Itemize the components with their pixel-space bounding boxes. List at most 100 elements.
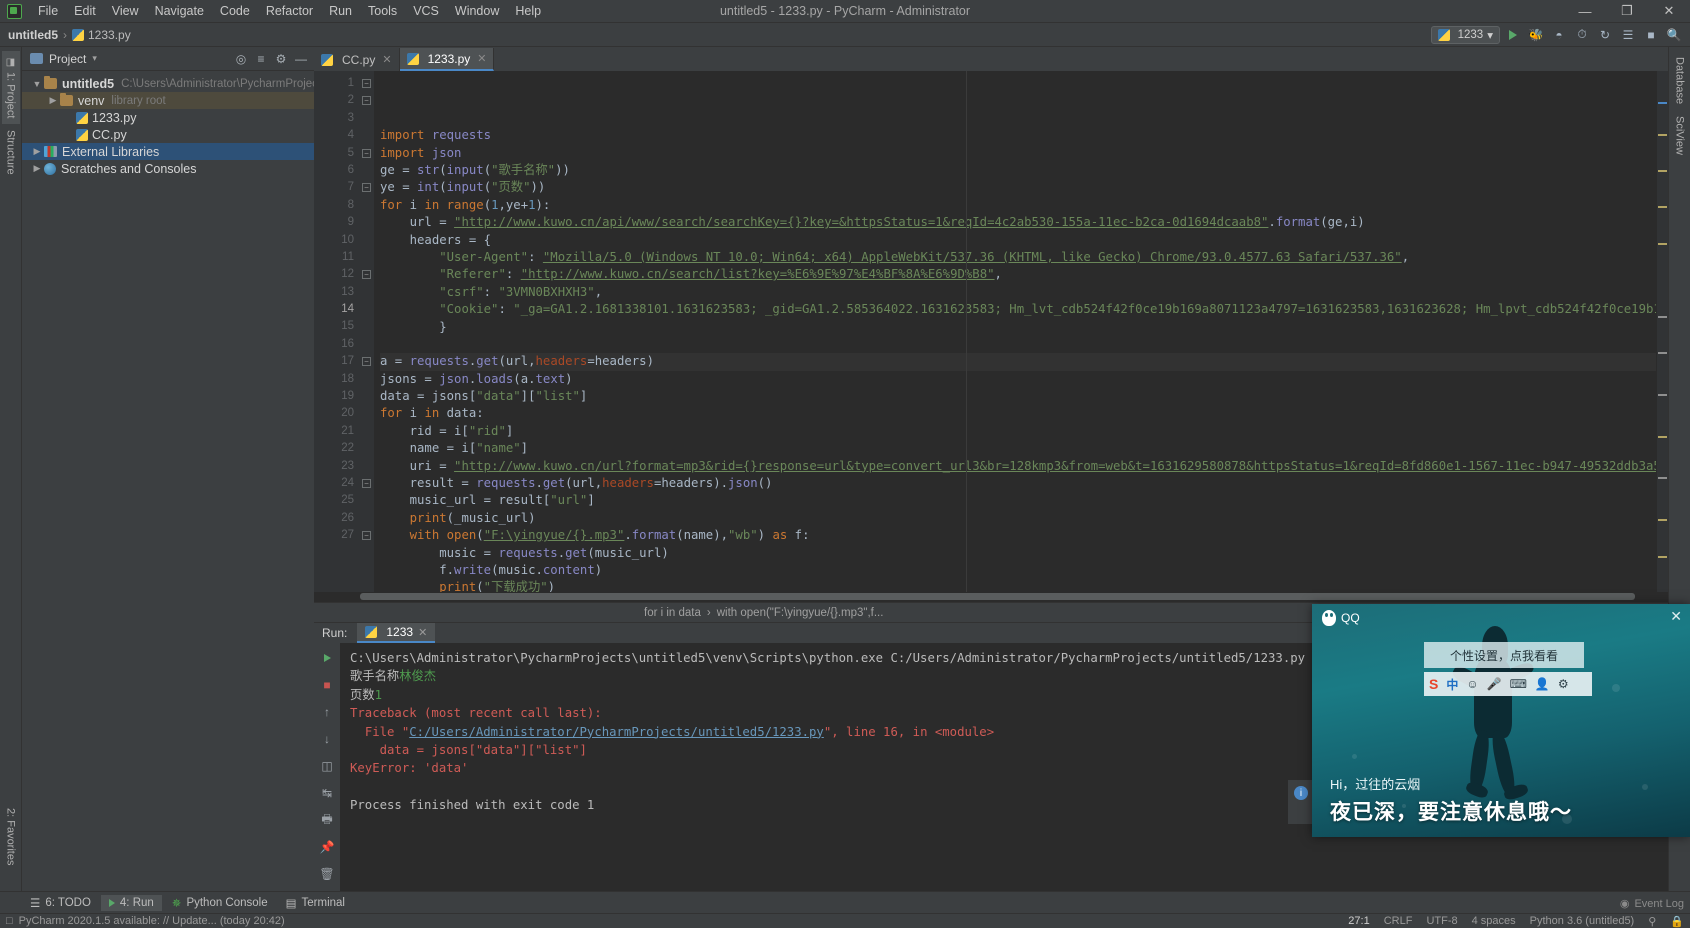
breadcrumb-loop[interactable]: for i in data <box>644 607 701 619</box>
marker-tick[interactable] <box>1658 206 1667 209</box>
code-line[interactable]: print(_music_url) <box>380 510 1656 527</box>
close-icon[interactable]: ✕ <box>418 626 427 639</box>
code-line[interactable]: ge = str(input("歌手名称")) <box>380 162 1656 179</box>
marker-tick[interactable] <box>1658 435 1667 438</box>
soft-wrap-icon[interactable]: ↹ <box>318 784 336 802</box>
marker-tick[interactable] <box>1658 555 1667 558</box>
stop-icon[interactable]: ■ <box>318 676 336 694</box>
code-line[interactable]: name = i["name"] <box>380 440 1656 457</box>
marker-tick[interactable] <box>1658 477 1667 480</box>
code-line[interactable]: url = "http://www.kuwo.cn/api/www/search… <box>380 214 1656 231</box>
code-line[interactable]: uri = "http://www.kuwo.cn/url?format=mp3… <box>380 458 1656 475</box>
code-line[interactable]: headers = { <box>380 232 1656 249</box>
python-interpreter[interactable]: Python 3.6 (untitled5) <box>1530 915 1635 927</box>
scroll-down-icon[interactable]: ↓ <box>318 730 336 748</box>
sidebar-item-project[interactable]: ◨ 1: Project <box>1 51 20 125</box>
breadcrumb-project[interactable]: untitled5 <box>8 28 58 42</box>
close-icon[interactable]: ✕ <box>1670 608 1682 625</box>
tree-item-scratches-and-consoles[interactable]: ▶ Scratches and Consoles <box>22 160 314 177</box>
menu-vcs[interactable]: VCS <box>405 2 447 20</box>
menu-run[interactable]: Run <box>321 2 360 20</box>
tree-item-cc-py[interactable]: CC.py <box>22 126 314 143</box>
print-icon[interactable]: 🖶 <box>318 811 336 829</box>
code-line[interactable]: import requests <box>380 127 1656 144</box>
close-icon[interactable]: ✕ <box>477 52 486 65</box>
source-code[interactable]: import requests import json ge = str(input… <box>374 71 1656 592</box>
code-line[interactable]: "csrf": "3VMN0BXHXH3", <box>380 284 1656 301</box>
collapse-all-icon[interactable]: ≡ <box>252 50 270 68</box>
code-line[interactable]: jsons = json.loads(a.text) <box>380 371 1656 388</box>
user-icon[interactable]: 👤 <box>1535 677 1550 691</box>
maximize-button[interactable]: ❐ <box>1606 0 1648 23</box>
marker-tick[interactable] <box>1658 315 1667 318</box>
tool-button-python-console[interactable]: ✵ Python Console <box>164 894 276 912</box>
pin-icon[interactable]: 📌 <box>318 838 336 856</box>
marker-tick[interactable] <box>1658 133 1667 136</box>
marker-tick[interactable] <box>1658 169 1667 172</box>
tool-button-todo[interactable]: ☰ 6: TODO <box>22 894 99 912</box>
code-line[interactable]: result = requests.get(url,headers=header… <box>380 475 1656 492</box>
code-line[interactable]: "User-Agent": "Mozilla/5.0 (Windows NT 1… <box>380 249 1656 266</box>
marker-tick[interactable] <box>1658 102 1667 105</box>
menu-refactor[interactable]: Refactor <box>258 2 321 20</box>
vcs-branch-icon[interactable]: ⚲ <box>1648 915 1656 928</box>
tree-item-external-libraries[interactable]: ▶ External Libraries <box>22 143 314 160</box>
code-line[interactable]: music = requests.get(music_url) <box>380 545 1656 562</box>
sidebar-item-sciview[interactable]: SciView <box>1671 110 1689 161</box>
ime-mode-label[interactable]: 中 <box>1446 676 1458 693</box>
emoji-icon[interactable]: ☺ <box>1466 677 1478 691</box>
code-line[interactable]: ye = int(input("页数")) <box>380 179 1656 196</box>
fold-toggle-icon[interactable]: − <box>362 79 371 88</box>
tab-1233-py[interactable]: 1233.py ✕ <box>399 48 495 71</box>
indent-setting[interactable]: 4 spaces <box>1472 915 1516 927</box>
horizontal-scrollbar-thumb[interactable] <box>360 593 1635 600</box>
lock-icon[interactable]: 🔒 <box>1670 915 1684 928</box>
line-separator[interactable]: CRLF <box>1384 915 1413 927</box>
scroll-up-icon[interactable]: ↑ <box>318 703 336 721</box>
code-line[interactable]: "Referer": "http://www.kuwo.cn/search/li… <box>380 266 1656 283</box>
fold-toggle-icon[interactable]: − <box>362 148 371 158</box>
sidebar-item-structure[interactable]: Structure <box>2 124 20 181</box>
marker-tick[interactable] <box>1658 352 1667 355</box>
fold-toggle-icon[interactable]: − <box>362 183 371 193</box>
code-line[interactable]: rid = i["rid"] <box>380 423 1656 440</box>
code-line[interactable]: "Cookie": "_ga=GA1.2.1681338101.16316235… <box>380 301 1656 318</box>
run-configuration-selector[interactable]: 1233 ▾ <box>1430 25 1500 44</box>
menu-tools[interactable]: Tools <box>360 2 405 20</box>
expand-arrow-icon[interactable]: ▶ <box>30 146 44 157</box>
search-icon[interactable]: 🔍 <box>1664 25 1684 45</box>
error-marker-bar[interactable] <box>1656 71 1668 592</box>
locate-file-icon[interactable]: ◎ <box>232 50 250 68</box>
chevron-down-icon[interactable]: ▾ <box>92 53 97 64</box>
run-button[interactable] <box>1503 25 1523 45</box>
menu-edit[interactable]: Edit <box>66 2 104 20</box>
attach-button[interactable]: ↻ <box>1595 25 1615 45</box>
coverage-button[interactable]: ◓ <box>1549 25 1569 45</box>
menu-code[interactable]: Code <box>212 2 258 20</box>
sidebar-item-favorites[interactable]: 2: Favorites <box>2 802 20 871</box>
breadcrumb-file[interactable]: 1233.py <box>72 28 131 42</box>
tree-item-1233-py[interactable]: 1233.py <box>22 109 314 126</box>
marker-tick[interactable] <box>1658 394 1667 397</box>
layout-button[interactable]: ☰ <box>1618 25 1638 45</box>
menu-help[interactable]: Help <box>507 2 549 20</box>
profile-button[interactable]: ⏱ <box>1572 25 1592 45</box>
code-folding-column[interactable]: − − − − − − − − <box>360 71 374 592</box>
code-line[interactable]: f.write(music.content) <box>380 562 1656 579</box>
expand-arrow-icon[interactable]: ▶ <box>30 163 44 174</box>
marker-tick[interactable] <box>1658 242 1667 245</box>
fold-toggle-icon[interactable]: − <box>362 270 371 280</box>
fold-toggle-icon[interactable]: − <box>362 357 371 367</box>
trash-icon[interactable]: 🗑 <box>318 865 336 883</box>
code-editor[interactable]: 1 2 3 4 5 6 7 8 9 10 11 12 13 14 15 16 17 18 19 20 21 22 23 24 2… <box>314 71 1668 592</box>
breadcrumb-with-open[interactable]: with open("F:\yingyue/{}.mp3",f... <box>717 607 884 619</box>
code-line[interactable]: print("下载成功") <box>380 579 1656 592</box>
menu-window[interactable]: Window <box>447 2 507 20</box>
marker-tick[interactable] <box>1658 519 1667 522</box>
expand-arrow-icon[interactable]: ▶ <box>46 95 60 106</box>
tools-icon[interactable]: ⚙ <box>1558 677 1569 691</box>
tree-item-untitled5[interactable]: ▼ untitled5 C:\Users\Administrator\Pycharm… <box>22 75 314 92</box>
file-encoding[interactable]: UTF-8 <box>1426 915 1457 927</box>
expand-arrow-icon[interactable]: ▼ <box>30 79 44 89</box>
code-line[interactable]: } <box>380 319 1656 336</box>
